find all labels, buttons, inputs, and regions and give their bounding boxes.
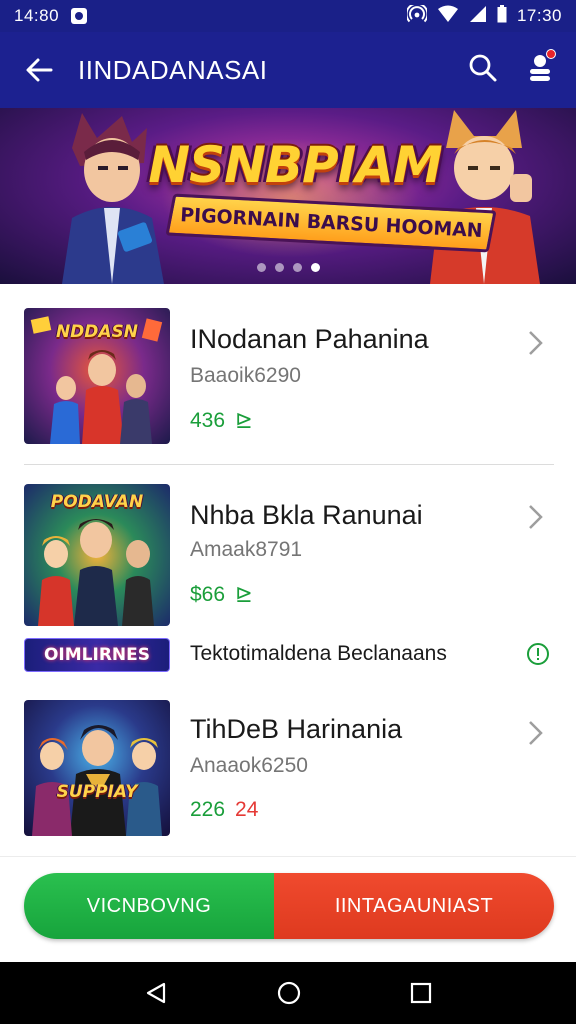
carousel-dot[interactable] (292, 263, 302, 272)
game-name: TihDeB Harinania (190, 714, 403, 744)
thumbnail-title: NDDASN (55, 322, 139, 342)
game-list-item[interactable]: PODAVAN Nhba Bkla Ranunai Amaak8791 $66 … (0, 484, 576, 626)
chevron-right-icon[interactable] (526, 502, 546, 532)
banner-title: NSNBPIAM (148, 136, 443, 194)
profile-button[interactable] (528, 48, 556, 88)
game-thumbnail: NDDASN (24, 308, 170, 444)
carousel-dot-active[interactable] (310, 263, 320, 272)
banner-character-left (62, 113, 164, 284)
game-thumbnail: PODAVAN (24, 484, 170, 626)
thumbnail-title: PODAVAN (50, 492, 144, 512)
game-price: 226 (190, 798, 226, 821)
notification-dot (546, 48, 556, 59)
game-name: INodanan Pahanina (190, 324, 429, 354)
chevron-right-icon[interactable] (526, 328, 546, 358)
game-list-item[interactable]: NDDASN INodanan Pahanina Baaoik6290 436 … (0, 308, 576, 448)
primary-action-button[interactable]: VICNBOVNG (24, 873, 274, 939)
game-price-row: 226 24 (190, 798, 258, 822)
back-triangle-icon[interactable] (144, 981, 168, 1005)
wifi-icon (437, 5, 459, 28)
game-list-item[interactable]: SUPPIAY TihDeB Harinania Anaaok6250 226 … (0, 698, 576, 838)
recents-square-icon[interactable] (410, 982, 432, 1004)
secondary-action-button[interactable]: IINTAGAUNIAST (274, 873, 554, 939)
page-title: IINDADANASAI (78, 54, 268, 85)
promo-badge: OIMLIRNES (24, 638, 170, 672)
game-subtitle: Anaaok6250 (190, 754, 308, 777)
battery-icon (497, 4, 507, 28)
promo-banner[interactable]: NSNBPIAM PIGORNAIN BARSU HOOMAN (0, 108, 576, 284)
carousel-dot[interactable] (274, 263, 284, 272)
search-icon (469, 54, 497, 81)
game-price: $66 (190, 582, 226, 606)
search-button[interactable] (468, 53, 498, 88)
thumbnail-title: SUPPIAY (56, 782, 138, 802)
status-clock: 17:30 (516, 6, 562, 25)
thumbnail-art (32, 725, 162, 836)
status-bar: 14:80 17:30 (0, 0, 576, 32)
game-price: 436 (190, 408, 226, 432)
banner-subtitle: PIGORNAIN BARSU HOOMAN (179, 203, 483, 243)
home-circle-icon[interactable] (276, 980, 302, 1006)
promo-row[interactable]: OIMLIRNES Tektotimaldena Beclanaans (0, 634, 576, 674)
carousel-dot[interactable] (256, 263, 266, 272)
game-badge: ⊵ (235, 409, 253, 432)
info-icon[interactable] (526, 642, 550, 666)
game-thumbnail: SUPPIAY (24, 700, 170, 836)
app-bar-actions (468, 48, 576, 88)
back-arrow-icon (26, 58, 53, 82)
app-bar: IINDADANASAI (0, 32, 576, 108)
carousel-dots (0, 263, 576, 272)
status-time: 14:80 (14, 6, 60, 25)
game-badge: ⊵ (235, 583, 253, 606)
bottom-action-bar: VICNBOVNG IINTAGAUNIAST (0, 856, 576, 962)
dual-action-button: VICNBOVNG IINTAGAUNIAST (24, 873, 554, 939)
game-badge: 24 (235, 798, 259, 821)
game-price-row: $66 ⊵ (190, 582, 253, 607)
banner-character-right (430, 110, 540, 284)
status-icons: 17:30 (405, 2, 562, 28)
game-subtitle: Amaak8791 (190, 538, 303, 561)
divider (24, 464, 554, 465)
system-nav-bar (0, 962, 576, 1024)
notification-icon (71, 8, 88, 24)
chevron-right-icon[interactable] (526, 718, 546, 748)
game-price-row: 436 ⊵ (190, 408, 253, 433)
promo-text: Tektotimaldena Beclanaans (190, 642, 447, 665)
game-name: Nhba Bkla Ranunai (190, 500, 423, 530)
hotspot-icon (405, 2, 429, 28)
back-button[interactable] (0, 57, 78, 83)
signal-icon (469, 5, 487, 28)
game-subtitle: Baaoik6290 (190, 364, 301, 387)
